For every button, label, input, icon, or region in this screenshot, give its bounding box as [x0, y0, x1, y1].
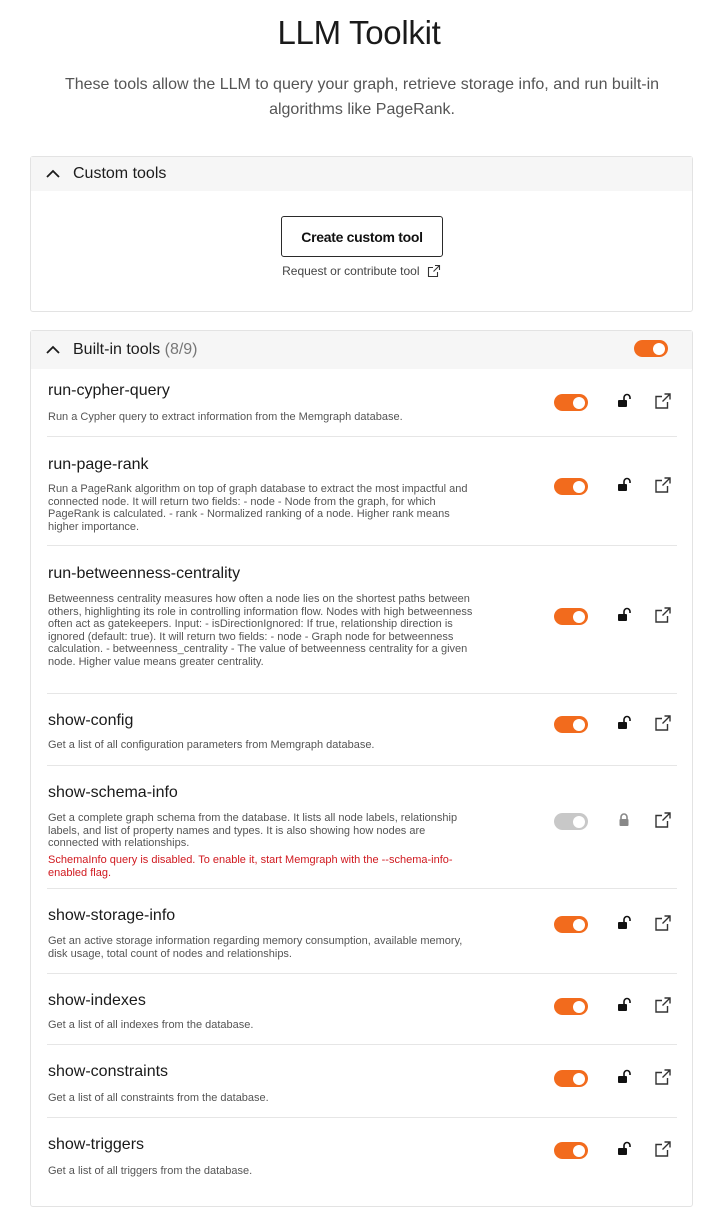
tool-toggle[interactable]: [554, 608, 588, 625]
tool-name: show-triggers: [48, 1136, 145, 1153]
tool-description: Get a list of all configuration paramete…: [48, 739, 375, 751]
external-link-icon[interactable]: [654, 714, 672, 732]
tool-description: Run a Cypher query to extract informatio…: [48, 411, 403, 423]
request-tool-link[interactable]: Request or contribute tool: [31, 263, 692, 278]
tool-row-show-triggers: show-triggers Get a list of all triggers …: [47, 1118, 677, 1206]
lock-icon[interactable]: [616, 812, 632, 828]
unlocked-icon[interactable]: [616, 1069, 632, 1085]
tool-description: Get a list of all constraints from the d…: [48, 1092, 269, 1104]
tool-description: Get a list of all indexes from the datab…: [48, 1019, 254, 1031]
create-custom-tool-button[interactable]: Create custom tool: [281, 216, 443, 257]
chevron-up-icon[interactable]: [45, 344, 61, 356]
tool-name: run-page-rank: [48, 456, 149, 473]
unlocked-icon[interactable]: [616, 607, 632, 623]
custom-tools-header[interactable]: Custom tools: [31, 157, 692, 191]
tool-row-run-betweenness-centrality: run-betweenness-centrality Betweenness ce…: [47, 546, 677, 694]
tool-description: Get an active storage information regard…: [48, 935, 463, 960]
builtin-tools-title: Built-in tools (8/9): [73, 341, 198, 359]
external-link-icon[interactable]: [654, 1068, 672, 1086]
toggle-all-tools[interactable]: [634, 340, 668, 357]
external-link-icon[interactable]: [654, 392, 672, 410]
external-link-icon[interactable]: [427, 264, 441, 278]
tool-name: show-indexes: [48, 992, 146, 1009]
tool-row-run-page-rank: run-page-rank Run a PageRank algorithm on…: [47, 437, 677, 546]
tool-toggle[interactable]: [554, 916, 588, 933]
external-link-icon[interactable]: [654, 1140, 672, 1158]
unlocked-icon[interactable]: [616, 715, 632, 731]
tool-toggle[interactable]: [554, 1142, 588, 1159]
tool-toggle[interactable]: [554, 716, 588, 733]
tool-name: show-constraints: [48, 1063, 169, 1080]
tool-description: Betweenness centrality measures how ofte…: [48, 593, 473, 668]
tool-row-show-constraints: show-constraints Get a list of all constr…: [47, 1045, 677, 1118]
page-subtitle: These tools allow the LLM to query your …: [64, 76, 660, 118]
custom-tools-title: Custom tools: [73, 165, 167, 182]
tool-toggle[interactable]: [554, 1070, 588, 1087]
external-link-icon[interactable]: [654, 996, 672, 1014]
chevron-up-icon[interactable]: [45, 168, 61, 180]
tool-name: show-schema-info: [48, 784, 178, 801]
external-link-icon[interactable]: [654, 476, 672, 494]
request-tool-label[interactable]: Request or contribute tool: [282, 264, 419, 278]
builtin-tools-panel: Built-in tools (8/9) run-cypher-query Run…: [30, 330, 693, 1207]
tool-warning: SchemaInfo query is disabled. To enable …: [48, 854, 453, 879]
tool-name: show-config: [48, 712, 134, 729]
tool-toggle[interactable]: [554, 998, 588, 1015]
page-title: LLM Toolkit: [277, 14, 441, 51]
builtin-tools-header[interactable]: Built-in tools (8/9): [31, 331, 692, 369]
unlocked-icon[interactable]: [616, 1141, 632, 1157]
tool-row-show-storage-info: show-storage-info Get an active storage i…: [47, 889, 677, 974]
tool-name: run-cypher-query: [48, 382, 170, 399]
tool-description: Get a list of all triggers from the data…: [48, 1165, 253, 1177]
external-link-icon[interactable]: [654, 914, 672, 932]
builtin-tools-label: Built-in tools: [73, 341, 161, 358]
tool-description: Get a complete graph schema from the dat…: [48, 812, 458, 850]
tool-row-show-indexes: show-indexes Get a list of all indexes fr…: [47, 974, 677, 1045]
tool-row-show-config: show-config Get a list of all configurati…: [47, 694, 677, 766]
tool-row-show-schema-info: show-schema-info Get a complete graph sch…: [47, 766, 677, 889]
unlocked-icon[interactable]: [616, 997, 632, 1013]
unlocked-icon[interactable]: [616, 477, 632, 493]
tool-row-run-cypher-query: run-cypher-query Run a Cypher query to ex…: [47, 369, 677, 437]
tool-toggle[interactable]: [554, 394, 588, 411]
tool-name: show-storage-info: [48, 907, 176, 924]
tool-toggle[interactable]: [554, 478, 588, 495]
unlocked-icon[interactable]: [616, 393, 632, 409]
tool-description: Run a PageRank algorithm on top of graph…: [48, 483, 468, 533]
external-link-icon[interactable]: [654, 811, 672, 829]
tool-toggle[interactable]: [554, 813, 588, 830]
external-link-icon[interactable]: [654, 606, 672, 624]
builtin-tools-count: (8/9): [164, 341, 198, 358]
unlocked-icon[interactable]: [616, 915, 632, 931]
custom-tools-panel: Custom tools Create custom tool Request …: [30, 156, 693, 312]
tool-name: run-betweenness-centrality: [48, 565, 241, 582]
